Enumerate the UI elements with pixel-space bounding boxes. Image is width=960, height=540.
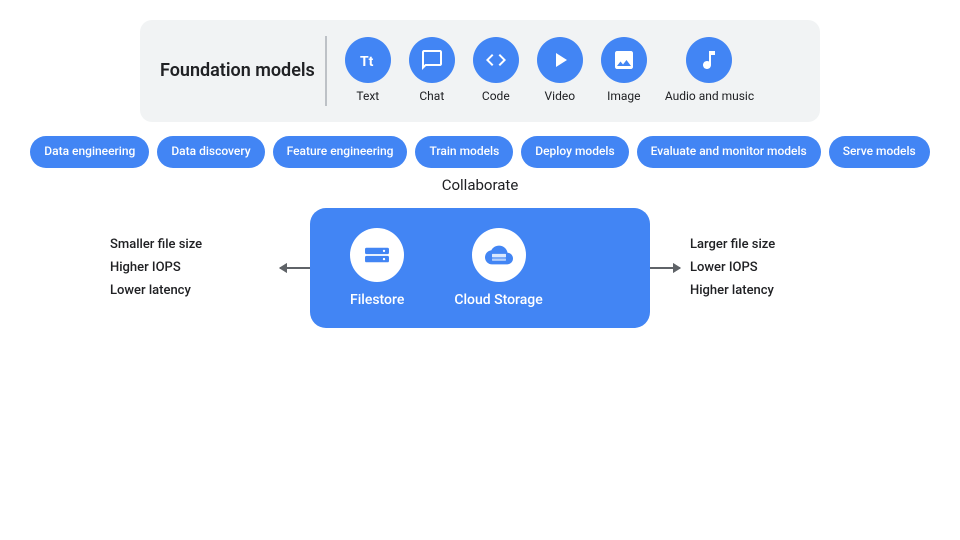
cloud-storage-icon-circle: [472, 228, 526, 282]
left-label-0: Smaller file size: [110, 237, 202, 252]
foundation-icon-chat: Chat: [409, 37, 455, 105]
audio-icon-circle: [686, 37, 732, 83]
image-label: Image: [607, 89, 640, 105]
code-label: Code: [482, 89, 510, 105]
foundation-icon-audio: Audio and music: [665, 37, 754, 105]
cloud-storage-icon: [485, 241, 513, 269]
btn-data-engineering[interactable]: Data engineering: [30, 136, 149, 168]
filestore-label: Filestore: [350, 292, 404, 308]
text-label: Text: [356, 89, 379, 105]
cloud-storage-item: Cloud Storage: [454, 228, 542, 308]
text-icon-circle: Tt: [345, 37, 391, 83]
foundation-section: Foundation models Tt Text Chat: [140, 20, 820, 122]
video-icon-circle: [537, 37, 583, 83]
image-icon-circle: [601, 37, 647, 83]
chat-icon: [420, 48, 444, 72]
text-icon: Tt: [356, 48, 380, 72]
right-label-0: Larger file size: [690, 237, 775, 252]
foundation-icons: Tt Text Chat: [345, 37, 754, 105]
video-icon: [548, 48, 572, 72]
pipeline-section: Data engineering Data discovery Feature …: [30, 136, 929, 168]
filestore-item: Filestore: [350, 228, 404, 308]
btn-serve-models[interactable]: Serve models: [829, 136, 930, 168]
main-container: Foundation models Tt Text Chat: [0, 0, 960, 540]
filestore-icon-circle: [350, 228, 404, 282]
filestore-icon: [363, 241, 391, 269]
image-icon: [612, 48, 636, 72]
left-label-2: Lower latency: [110, 283, 191, 298]
foundation-icon-text: Tt Text: [345, 37, 391, 105]
audio-label: Audio and music: [665, 89, 754, 105]
foundation-title: Foundation models: [160, 59, 315, 82]
bottom-section: Smaller file size Higher IOPS Lower late…: [30, 208, 930, 328]
left-labels: Smaller file size Higher IOPS Lower late…: [110, 237, 270, 298]
storage-box: Filestore Cloud Storage: [310, 208, 650, 328]
btn-feature-engineering[interactable]: Feature engineering: [273, 136, 408, 168]
arrow-right: [650, 267, 680, 269]
btn-deploy-models[interactable]: Deploy models: [521, 136, 628, 168]
btn-train-models[interactable]: Train models: [415, 136, 513, 168]
right-label-1: Lower IOPS: [690, 260, 758, 275]
cloud-storage-label: Cloud Storage: [454, 292, 542, 308]
foundation-icon-image: Image: [601, 37, 647, 105]
foundation-divider: [325, 36, 327, 106]
foundation-icon-video: Video: [537, 37, 583, 105]
code-icon: [484, 48, 508, 72]
right-labels: Larger file size Lower IOPS Higher laten…: [690, 237, 850, 298]
chat-label: Chat: [419, 89, 444, 105]
audio-icon: [697, 48, 721, 72]
btn-data-discovery[interactable]: Data discovery: [157, 136, 264, 168]
collaborate-label: Collaborate: [442, 176, 519, 194]
foundation-icon-code: Code: [473, 37, 519, 105]
chat-icon-circle: [409, 37, 455, 83]
right-label-2: Higher latency: [690, 283, 774, 298]
svg-text:Tt: Tt: [360, 54, 374, 70]
code-icon-circle: [473, 37, 519, 83]
btn-evaluate-monitor[interactable]: Evaluate and monitor models: [637, 136, 821, 168]
left-label-1: Higher IOPS: [110, 260, 181, 275]
arrow-left: [280, 267, 310, 269]
video-label: Video: [545, 89, 576, 105]
